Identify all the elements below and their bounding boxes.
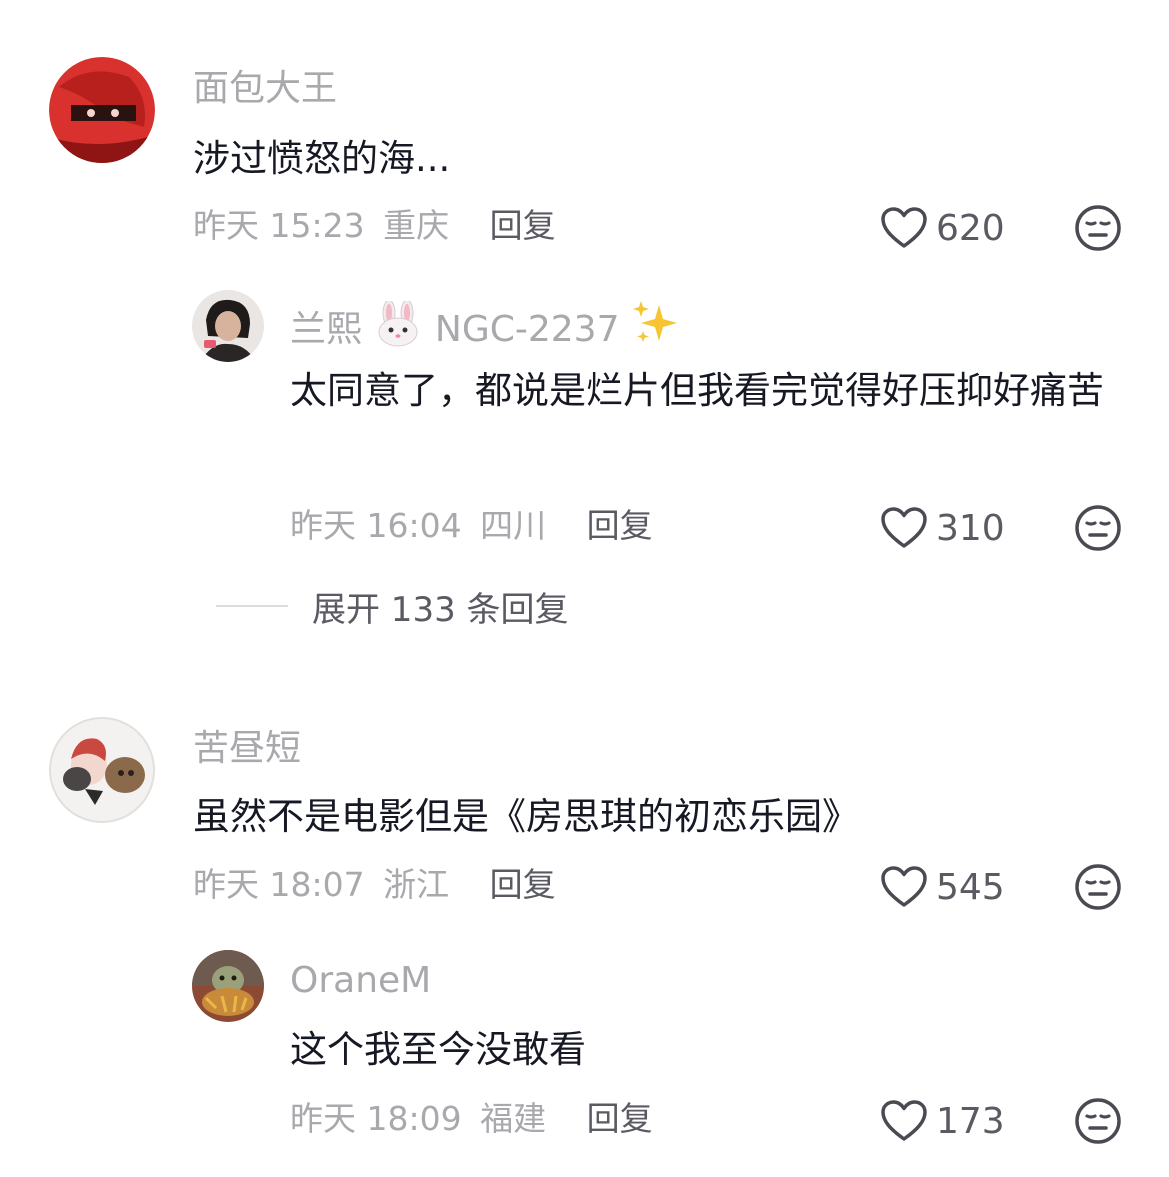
comment-text: 虽然不是电影但是《房思琪的初恋乐园》 [193, 795, 859, 838]
reply-text: 这个我至今没敢看 [290, 1028, 586, 1071]
heart-outline-icon [881, 866, 927, 907]
comment-location: 浙江 [383, 865, 450, 904]
avatar[interactable] [49, 57, 155, 163]
reply-username[interactable]: OraneM [290, 959, 431, 1003]
heart-outline-icon [881, 1100, 927, 1141]
comment-time: 昨天 18:07 [193, 865, 365, 904]
meh-face-icon[interactable] [1074, 504, 1122, 552]
comment-username[interactable]: 面包大王 [193, 67, 337, 111]
comment-location: 重庆 [383, 206, 450, 245]
reply-location: 四川 [480, 506, 547, 545]
reply-username-suffix: NGC-2237 [434, 309, 620, 350]
comment-time: 昨天 15:23 [193, 206, 365, 245]
meh-face-icon[interactable] [1074, 1097, 1122, 1145]
reply-meta: 昨天 18:09 福建 回复 [290, 1097, 653, 1141]
reply-time: 昨天 16:04 [290, 506, 462, 545]
like-button[interactable]: 620 [880, 203, 1005, 253]
reply-button[interactable]: 回复 [587, 506, 653, 545]
like-count: 620 [936, 207, 1005, 249]
heart-outline-icon [881, 507, 927, 548]
reply-button[interactable]: 回复 [587, 1099, 653, 1138]
avatar[interactable] [49, 717, 155, 823]
rabbit-face-icon [378, 301, 418, 347]
reply-meta: 昨天 16:04 四川 回复 [290, 504, 653, 548]
comment-meta: 昨天 15:23 重庆 回复 [193, 204, 556, 248]
reply-username-name: 兰熙 [290, 309, 363, 350]
reply-button[interactable]: 回复 [490, 206, 556, 245]
comment-meta: 昨天 18:07 浙江 回复 [193, 863, 556, 907]
reply-location: 福建 [480, 1099, 547, 1138]
reply-text: 太同意了，都说是烂片但我看完觉得好压抑好痛苦 [290, 369, 1104, 412]
expand-replies-label: 展开 133 条回复 [312, 589, 569, 630]
avatar[interactable] [192, 950, 264, 1022]
comment-username[interactable]: 苦昼短 [193, 727, 301, 771]
reply-time: 昨天 18:09 [290, 1099, 462, 1138]
like-count: 545 [936, 866, 1005, 908]
heart-outline-icon [881, 207, 927, 248]
comment-text: 涉过愤怒的海... [193, 137, 451, 180]
like-count: 173 [936, 1100, 1005, 1142]
sparkles-icon [632, 301, 677, 342]
reply-username[interactable]: 兰熙 NGC-2237 [290, 299, 681, 352]
avatar[interactable] [192, 290, 264, 362]
divider [216, 605, 288, 607]
reply-button[interactable]: 回复 [490, 865, 556, 904]
expand-replies-button[interactable]: 展开 133 条回复 [216, 584, 569, 630]
meh-face-icon[interactable] [1074, 204, 1122, 252]
meh-face-icon[interactable] [1074, 863, 1122, 911]
like-button[interactable]: 545 [880, 862, 1005, 912]
like-button[interactable]: 310 [880, 503, 1005, 553]
like-count: 310 [936, 507, 1005, 549]
like-button[interactable]: 173 [880, 1096, 1005, 1146]
